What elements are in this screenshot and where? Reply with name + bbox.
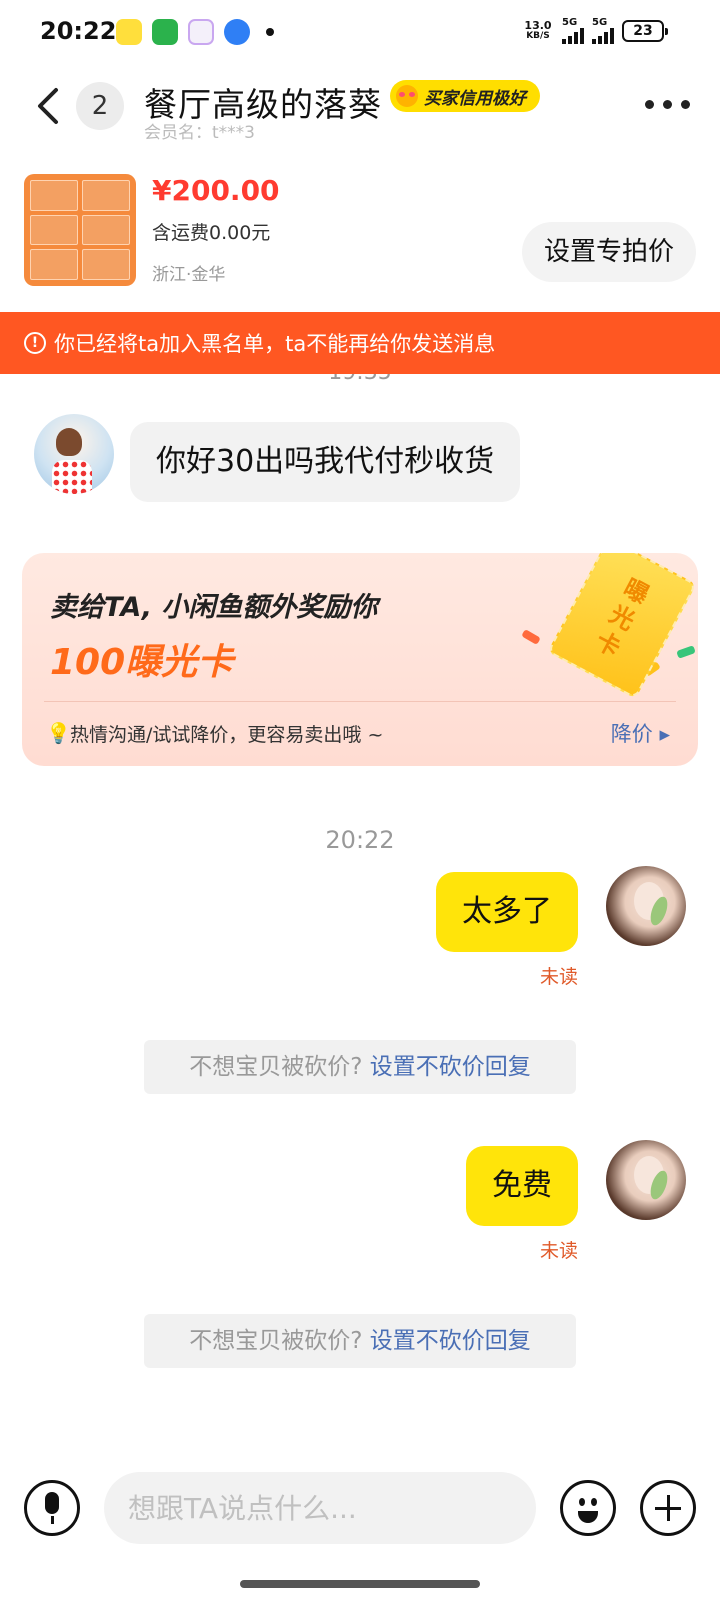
emoji-icon[interactable]	[560, 1480, 616, 1536]
status-indicators: 13.0 KB/S 5G 5G 23	[522, 18, 668, 44]
blacklist-notice: 你已经将ta加入黑名单，ta不能再给你发送消息	[54, 332, 496, 356]
product-location: 浙江·金华	[152, 265, 226, 285]
signal-2-icon: 5G	[592, 18, 614, 44]
no-bargain-hint: 不想宝贝被砍价? 设置不砍价回复	[144, 1314, 576, 1368]
app-store-icon	[152, 19, 178, 45]
outgoing-message[interactable]: 免费	[466, 1146, 578, 1226]
outgoing-message[interactable]: 太多了	[436, 872, 578, 952]
member-name: 会员名：t***3	[144, 123, 255, 143]
network-speed: 13.0 KB/S	[524, 19, 552, 41]
gallery-icon	[188, 19, 214, 45]
credit-badge[interactable]: 买家信用极好	[390, 80, 540, 112]
status-bar: 20:22 13.0 KB/S 5G 5G 23	[0, 0, 720, 64]
unread-count-badge[interactable]: 2	[76, 82, 124, 130]
credit-badge-label: 买家信用极好	[424, 88, 526, 109]
blacklist-banner: ! 你已经将ta加入黑名单，ta不能再给你发送消息	[0, 312, 720, 374]
my-avatar[interactable]	[606, 1140, 686, 1220]
unread-status: 未读	[539, 966, 578, 988]
chat-header: 2 餐厅高级的落葵 买家信用极好 会员名：t***3	[0, 64, 720, 154]
battery-icon: 23	[622, 20, 668, 42]
signal-1-icon: 5G	[562, 18, 584, 44]
weibo-icon	[116, 19, 142, 45]
shipping-fee: 含运费0.00元	[152, 222, 271, 244]
reward-card[interactable]: 卖给TA, 小闲鱼额外奖励你 100曝光卡 曝光卡 💡 热情沟通/试试降价，更容…	[22, 553, 698, 766]
add-attachment-icon[interactable]	[640, 1480, 696, 1536]
status-time: 20:22	[40, 17, 117, 45]
reward-title: 卖给TA, 小闲鱼额外奖励你	[50, 592, 378, 623]
product-price: ¥200.00	[152, 174, 280, 207]
divider	[44, 701, 676, 702]
back-arrow-icon[interactable]	[30, 84, 70, 128]
reduce-price-link[interactable]: 降价 ▸	[611, 718, 670, 748]
set-no-bargain-reply-link[interactable]: 设置不砍价回复	[370, 1328, 531, 1354]
confetti-decoration	[521, 629, 541, 645]
warning-icon: !	[24, 332, 46, 354]
notification-icons	[116, 19, 274, 45]
smile-face-icon	[396, 85, 418, 107]
set-no-bargain-reply-link[interactable]: 设置不砍价回复	[370, 1054, 531, 1080]
contact-avatar[interactable]	[34, 414, 114, 494]
lightbulb-icon: 💡	[46, 721, 71, 745]
unread-status: 未读	[539, 1240, 578, 1262]
home-indicator[interactable]	[240, 1580, 480, 1588]
product-card[interactable]: ¥200.00 含运费0.00元 浙江·金华 设置专拍价	[0, 164, 720, 312]
product-thumbnail[interactable]	[24, 174, 136, 286]
incoming-message[interactable]: 你好30出吗我代付秒收货	[130, 422, 521, 502]
more-notifications-dot	[266, 28, 274, 36]
more-options-icon[interactable]	[645, 100, 690, 109]
browser-icon	[224, 19, 250, 45]
my-avatar[interactable]	[606, 866, 686, 946]
current-timestamp: 20:22	[325, 826, 395, 854]
microphone-icon[interactable]	[24, 1480, 80, 1536]
reward-amount: 100曝光卡	[50, 642, 234, 683]
exposure-card-ticket-icon: 曝光卡	[547, 553, 697, 699]
reward-tip: 热情沟通/试试降价，更容易卖出哦 ~	[70, 724, 384, 746]
no-bargain-hint: 不想宝贝被砍价? 设置不砍价回复	[144, 1040, 576, 1094]
confetti-decoration	[676, 645, 696, 659]
set-special-price-button[interactable]: 设置专拍价	[521, 222, 696, 282]
message-input[interactable]	[104, 1472, 536, 1544]
